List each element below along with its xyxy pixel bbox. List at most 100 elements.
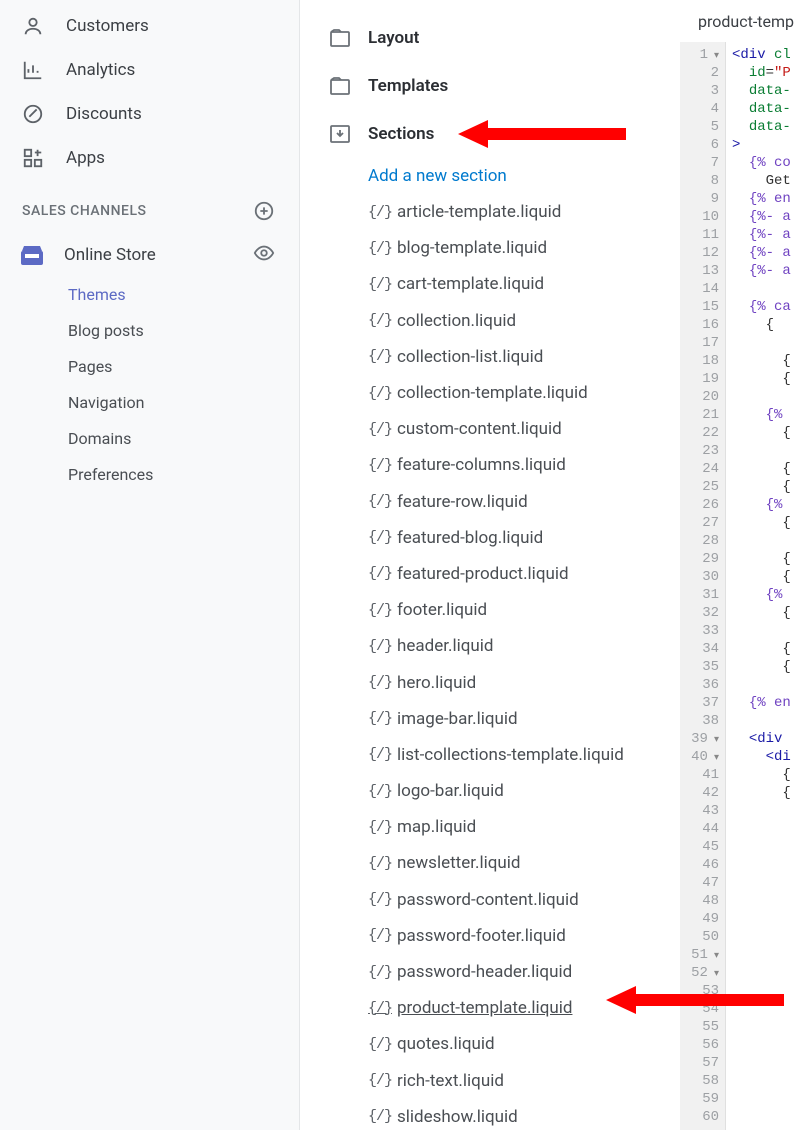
sidebar-item-discounts[interactable]: Discounts — [0, 92, 299, 136]
file-label: quotes.liquid — [397, 1034, 495, 1054]
file-label: password-header.liquid — [397, 962, 572, 982]
sidebar-item-apps[interactable]: Apps — [0, 136, 299, 180]
theme-files-panel: Layout Templates Sections Add a new sect… — [308, 0, 680, 1130]
folder-icon — [330, 77, 350, 95]
online-store-subnav: Themes Blog posts Pages Navigation Domai… — [0, 276, 299, 492]
file-feature-columns-liquid[interactable]: {/}feature-columns.liquid — [308, 447, 680, 483]
file-collection-template-liquid[interactable]: {/}collection-template.liquid — [308, 375, 680, 411]
sidebar-label: Customers — [66, 16, 149, 36]
liquid-file-icon: {/} — [368, 384, 390, 402]
file-label: featured-blog.liquid — [397, 528, 543, 548]
liquid-file-icon: {/} — [368, 529, 390, 547]
file-password-content-liquid[interactable]: {/} password-content.liquid — [308, 882, 680, 918]
subnav-themes[interactable]: Themes — [68, 276, 299, 312]
file-label: footer.liquid — [397, 600, 487, 620]
file-label: feature-row.liquid — [397, 492, 528, 512]
editor-tab[interactable]: product-temp — [680, 0, 800, 42]
file-featured-blog-liquid[interactable]: {/} featured-blog.liquid — [308, 520, 680, 556]
liquid-file-icon: {/} — [368, 420, 390, 438]
file-feature-row-liquid[interactable]: {/} feature-row.liquid — [308, 484, 680, 520]
group-layout[interactable]: Layout — [308, 14, 680, 62]
plus-circle-icon[interactable] — [253, 200, 275, 222]
liquid-file-icon: {/} — [368, 782, 390, 800]
liquid-file-icon: {/} — [368, 963, 390, 981]
file-label: collection-list.liquid — [397, 347, 543, 367]
discount-icon — [22, 103, 44, 125]
group-label: Layout — [368, 28, 419, 48]
file-product-template-liquid[interactable]: {/}product-template.liquid — [308, 990, 680, 1026]
liquid-file-icon: {/} — [368, 312, 390, 330]
sidebar-item-analytics[interactable]: Analytics — [0, 48, 299, 92]
code-content[interactable]: <div cl id="P data- data- data-> {% co G… — [726, 42, 800, 1130]
file-label: featured-product.liquid — [397, 564, 569, 584]
line-number-gutter: 1234567891011121314151617181920212223242… — [680, 42, 726, 1130]
liquid-file-icon: {/} — [368, 891, 390, 909]
file-label: article-template.liquid — [397, 202, 561, 222]
section-file-list: {/} article-template.liquid {/} blog-templa… — [308, 194, 680, 1135]
person-icon — [22, 15, 44, 37]
file-footer-liquid[interactable]: {/} footer.liquid — [308, 592, 680, 628]
file-hero-liquid[interactable]: {/}hero.liquid — [308, 664, 680, 700]
file-blog-template-liquid[interactable]: {/} blog-template.liquid — [308, 230, 680, 266]
liquid-file-icon: {/} — [368, 601, 390, 619]
add-section-link[interactable]: Add a new section — [308, 158, 680, 194]
file-collection-list-liquid[interactable]: {/} collection-list.liquid — [308, 339, 680, 375]
sidebar-label: Discounts — [66, 104, 142, 124]
sales-channels-label: SALES CHANNELS — [22, 203, 146, 219]
file-list-collections-template-liquid[interactable]: {/}list-collections-template.liquid — [308, 737, 680, 773]
file-header-liquid[interactable]: {/} header.liquid — [308, 628, 680, 664]
eye-icon[interactable] — [253, 242, 275, 269]
file-slideshow-liquid[interactable]: {/}slideshow.liquid — [308, 1099, 680, 1135]
admin-sidebar: Customers Analytics Discounts Apps SALES… — [0, 0, 300, 1130]
sidebar-label: Apps — [66, 148, 105, 168]
file-label: cart-template.liquid — [397, 274, 544, 294]
file-label: slideshow.liquid — [397, 1107, 518, 1127]
sidebar-label: Analytics — [66, 60, 135, 80]
file-label: logo-bar.liquid — [397, 781, 504, 801]
group-templates[interactable]: Templates — [308, 62, 680, 110]
file-label: password-footer.liquid — [397, 926, 566, 946]
liquid-file-icon: {/} — [368, 1072, 390, 1090]
liquid-file-icon: {/} — [368, 710, 390, 728]
subnav-domains[interactable]: Domains — [68, 420, 299, 456]
liquid-file-icon: {/} — [368, 348, 390, 366]
file-label: rich-text.liquid — [397, 1071, 504, 1091]
file-label: blog-template.liquid — [397, 238, 547, 258]
folder-download-icon — [330, 125, 350, 143]
liquid-file-icon: {/} — [368, 999, 390, 1017]
liquid-file-icon: {/} — [368, 456, 390, 474]
liquid-file-icon: {/} — [368, 746, 390, 764]
subnav-navigation[interactable]: Navigation — [68, 384, 299, 420]
group-sections[interactable]: Sections — [308, 110, 680, 158]
file-label: password-content.liquid — [397, 890, 579, 910]
liquid-file-icon: {/} — [368, 637, 390, 655]
file-custom-content-liquid[interactable]: {/}custom-content.liquid — [308, 411, 680, 447]
file-logo-bar-liquid[interactable]: {/} logo-bar.liquid — [308, 773, 680, 809]
liquid-file-icon: {/} — [368, 239, 390, 257]
store-icon — [20, 244, 44, 266]
file-label: collection.liquid — [397, 311, 516, 331]
liquid-file-icon: {/} — [368, 203, 390, 221]
file-image-bar-liquid[interactable]: {/}image-bar.liquid — [308, 701, 680, 737]
apps-icon — [22, 147, 44, 169]
file-rich-text-liquid[interactable]: {/} rich-text.liquid — [308, 1063, 680, 1099]
sidebar-item-customers[interactable]: Customers — [0, 4, 299, 48]
group-label: Templates — [368, 76, 448, 96]
sidebar-item-online-store[interactable]: Online Store — [0, 234, 299, 276]
file-featured-product-liquid[interactable]: {/}featured-product.liquid — [308, 556, 680, 592]
file-collection-liquid[interactable]: {/} collection.liquid — [308, 303, 680, 339]
liquid-file-icon: {/} — [368, 927, 390, 945]
liquid-file-icon: {/} — [368, 493, 390, 511]
file-newsletter-liquid[interactable]: {/}newsletter.liquid — [308, 845, 680, 881]
file-password-header-liquid[interactable]: {/} password-header.liquid — [308, 954, 680, 990]
subnav-pages[interactable]: Pages — [68, 348, 299, 384]
file-article-template-liquid[interactable]: {/} article-template.liquid — [308, 194, 680, 230]
file-cart-template-liquid[interactable]: {/}cart-template.liquid — [308, 266, 680, 302]
file-quotes-liquid[interactable]: {/}quotes.liquid — [308, 1026, 680, 1062]
online-store-label: Online Store — [64, 245, 156, 265]
file-password-footer-liquid[interactable]: {/} password-footer.liquid — [308, 918, 680, 954]
file-label: header.liquid — [397, 636, 493, 656]
subnav-blog-posts[interactable]: Blog posts — [68, 312, 299, 348]
subnav-preferences[interactable]: Preferences — [68, 456, 299, 492]
file-map-liquid[interactable]: {/}map.liquid — [308, 809, 680, 845]
